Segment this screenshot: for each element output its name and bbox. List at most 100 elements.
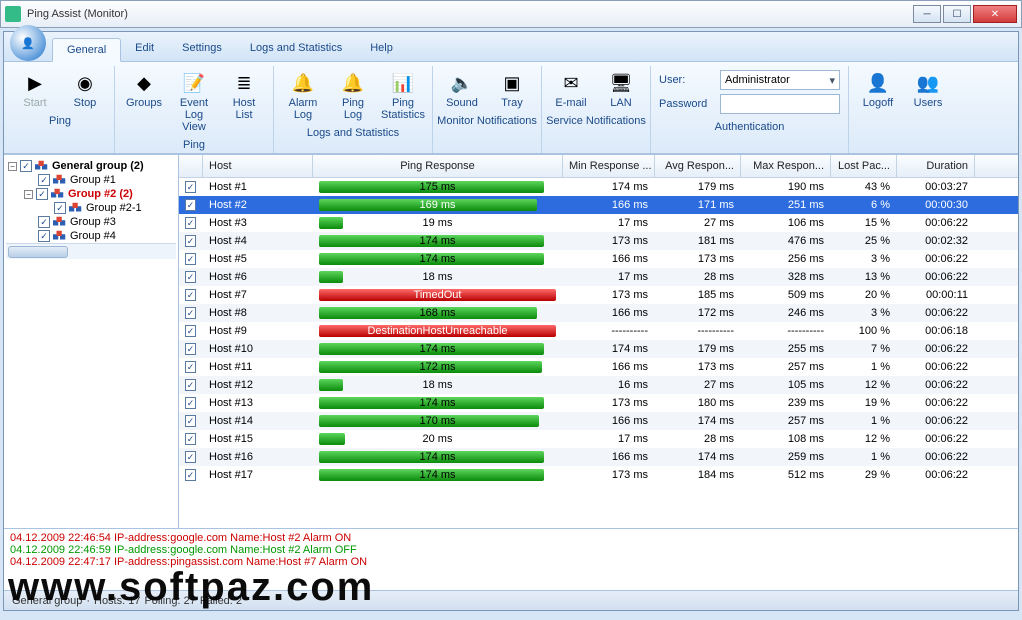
table-row[interactable]: ✓Host #1218 ms16 ms27 ms105 ms12 %00:06:… — [179, 376, 1018, 394]
cell-max: 509 ms — [741, 289, 831, 301]
cell-min: 166 ms — [563, 451, 655, 463]
cell-host: Host #8 — [203, 307, 313, 319]
cell-avg: 185 ms — [655, 289, 741, 301]
col-dur[interactable]: Duration — [897, 155, 975, 177]
row-checkbox[interactable]: ✓ — [185, 397, 196, 409]
log-panel[interactable]: 04.12.2009 22:46:54 IP-address:google.co… — [4, 528, 1018, 590]
cell-max: 476 ms — [741, 235, 831, 247]
pinglog-button[interactable]: 🔔PingLog — [330, 68, 376, 124]
pinglog-icon: 🔔 — [341, 71, 365, 95]
tree-item[interactable]: −✓Group #2 (2) — [6, 187, 176, 201]
eventlog-button[interactable]: 📝EventLogView — [171, 68, 217, 136]
tree-checkbox[interactable]: ✓ — [36, 188, 48, 200]
pingstats-button[interactable]: 📊PingStatistics — [380, 68, 426, 124]
row-checkbox[interactable]: ✓ — [185, 181, 196, 193]
ribbon-label: Start — [23, 97, 46, 109]
tree-checkbox[interactable]: ✓ — [38, 174, 50, 186]
tree-item[interactable]: ✓Group #2-1 — [6, 201, 176, 215]
grid-header[interactable]: Host Ping Response Min Response ... Avg … — [179, 155, 1018, 178]
col-checkbox[interactable] — [179, 155, 203, 177]
table-row[interactable]: ✓Host #10174 ms174 ms179 ms255 ms7 %00:0… — [179, 340, 1018, 358]
table-row[interactable]: ✓Host #618 ms17 ms28 ms328 ms13 %00:06:2… — [179, 268, 1018, 286]
email-button[interactable]: ✉E-mail — [548, 68, 594, 112]
col-max[interactable]: Max Respon... — [741, 155, 831, 177]
row-checkbox[interactable]: ✓ — [185, 253, 196, 265]
table-row[interactable]: ✓Host #5174 ms166 ms173 ms256 ms3 %00:06… — [179, 250, 1018, 268]
table-row[interactable]: ✓Host #7TimedOut173 ms185 ms509 ms20 %00… — [179, 286, 1018, 304]
table-row[interactable]: ✓Host #1175 ms174 ms179 ms190 ms43 %00:0… — [179, 178, 1018, 196]
tree-expand-icon[interactable]: − — [24, 190, 33, 199]
status-failed: Failed: 2 — [200, 595, 242, 607]
lan-button[interactable]: 🖥LAN — [598, 68, 644, 112]
tab-edit[interactable]: Edit — [121, 37, 168, 61]
cell-dur: 00:02:32 — [897, 235, 975, 247]
cell-min: 166 ms — [563, 199, 655, 211]
tree-panel[interactable]: −✓General group (2)✓Group #1−✓Group #2 (… — [4, 155, 179, 528]
ping-bar: 174 ms — [319, 450, 556, 464]
groups-button[interactable]: ◆Groups — [121, 68, 167, 136]
minimize-button[interactable]: ─ — [913, 5, 941, 23]
app-orb-icon[interactable]: 👤 — [10, 25, 46, 61]
row-checkbox[interactable]: ✓ — [185, 307, 196, 319]
tree-checkbox[interactable]: ✓ — [20, 160, 32, 172]
row-checkbox[interactable]: ✓ — [185, 343, 196, 355]
table-row[interactable]: ✓Host #319 ms17 ms27 ms106 ms15 %00:06:2… — [179, 214, 1018, 232]
table-row[interactable]: ✓Host #4174 ms173 ms181 ms476 ms25 %00:0… — [179, 232, 1018, 250]
table-row[interactable]: ✓Host #11172 ms166 ms173 ms257 ms1 %00:0… — [179, 358, 1018, 376]
row-checkbox[interactable]: ✓ — [185, 235, 196, 247]
cell-max: 328 ms — [741, 271, 831, 283]
table-row[interactable]: ✓Host #1520 ms17 ms28 ms108 ms12 %00:06:… — [179, 430, 1018, 448]
titlebar[interactable]: Ping Assist (Monitor) ─ ☐ ✕ — [0, 0, 1022, 28]
alarmlog-button[interactable]: 🔔AlarmLog — [280, 68, 326, 124]
tree-expand-icon[interactable]: − — [8, 162, 17, 171]
table-row[interactable]: ✓Host #16174 ms166 ms174 ms259 ms1 %00:0… — [179, 448, 1018, 466]
logoff-button[interactable]: 👤Logoff — [855, 68, 901, 112]
tree-item[interactable]: ✓Group #1 — [6, 173, 176, 187]
col-ping[interactable]: Ping Response — [313, 155, 563, 177]
users-button[interactable]: 👥Users — [905, 68, 951, 112]
tab-settings[interactable]: Settings — [168, 37, 236, 61]
row-checkbox[interactable]: ✓ — [185, 289, 196, 301]
hostlist-button[interactable]: ≣HostList — [221, 68, 267, 136]
table-row[interactable]: ✓Host #9DestinationHostUnreachable------… — [179, 322, 1018, 340]
row-checkbox[interactable]: ✓ — [185, 415, 196, 427]
tab-general[interactable]: General — [52, 38, 121, 62]
tree-item[interactable]: ✓ Group #3 — [6, 215, 176, 229]
stop-button[interactable]: ◉Stop — [62, 68, 108, 112]
row-checkbox[interactable]: ✓ — [185, 469, 196, 481]
row-checkbox[interactable]: ✓ — [185, 433, 196, 445]
table-row[interactable]: ✓Host #2169 ms166 ms171 ms251 ms6 %00:00… — [179, 196, 1018, 214]
tray-button[interactable]: ▣Tray — [489, 68, 535, 112]
col-lost[interactable]: Lost Pac... — [831, 155, 897, 177]
ribbon-group-label: Monitor Notifications — [437, 112, 537, 129]
table-row[interactable]: ✓Host #13174 ms173 ms180 ms239 ms19 %00:… — [179, 394, 1018, 412]
row-checkbox[interactable]: ✓ — [185, 271, 196, 283]
tree-item[interactable]: −✓General group (2) — [6, 159, 176, 173]
tree-scrollbar[interactable] — [6, 243, 176, 259]
row-checkbox[interactable]: ✓ — [185, 451, 196, 463]
tree-checkbox[interactable]: ✓ — [38, 230, 50, 242]
col-min[interactable]: Min Response ... — [563, 155, 655, 177]
table-row[interactable]: ✓Host #17174 ms173 ms184 ms512 ms29 %00:… — [179, 466, 1018, 484]
tree-label: Group #3 — [70, 216, 116, 228]
close-button[interactable]: ✕ — [973, 5, 1017, 23]
row-checkbox[interactable]: ✓ — [185, 361, 196, 373]
row-checkbox[interactable]: ✓ — [185, 379, 196, 391]
sound-button[interactable]: 🔈Sound — [439, 68, 485, 112]
tree-checkbox[interactable]: ✓ — [54, 202, 66, 214]
tree-item[interactable]: ✓Group #4 — [6, 229, 176, 243]
table-row[interactable]: ✓Host #14170 ms166 ms174 ms257 ms1 %00:0… — [179, 412, 1018, 430]
tab-logs-and-statistics[interactable]: Logs and Statistics — [236, 37, 356, 61]
tree-checkbox[interactable]: ✓ — [38, 216, 50, 228]
row-checkbox[interactable]: ✓ — [185, 325, 196, 337]
col-avg[interactable]: Avg Respon... — [655, 155, 741, 177]
row-checkbox[interactable]: ✓ — [185, 199, 196, 211]
maximize-button[interactable]: ☐ — [943, 5, 971, 23]
table-row[interactable]: ✓Host #8168 ms166 ms172 ms246 ms3 %00:06… — [179, 304, 1018, 322]
tab-help[interactable]: Help — [356, 37, 407, 61]
user-combo[interactable]: Administrator▾ — [720, 70, 840, 90]
password-input[interactable] — [720, 94, 840, 114]
groups-icon: ◆ — [132, 71, 156, 95]
row-checkbox[interactable]: ✓ — [185, 217, 196, 229]
col-host[interactable]: Host — [203, 155, 313, 177]
